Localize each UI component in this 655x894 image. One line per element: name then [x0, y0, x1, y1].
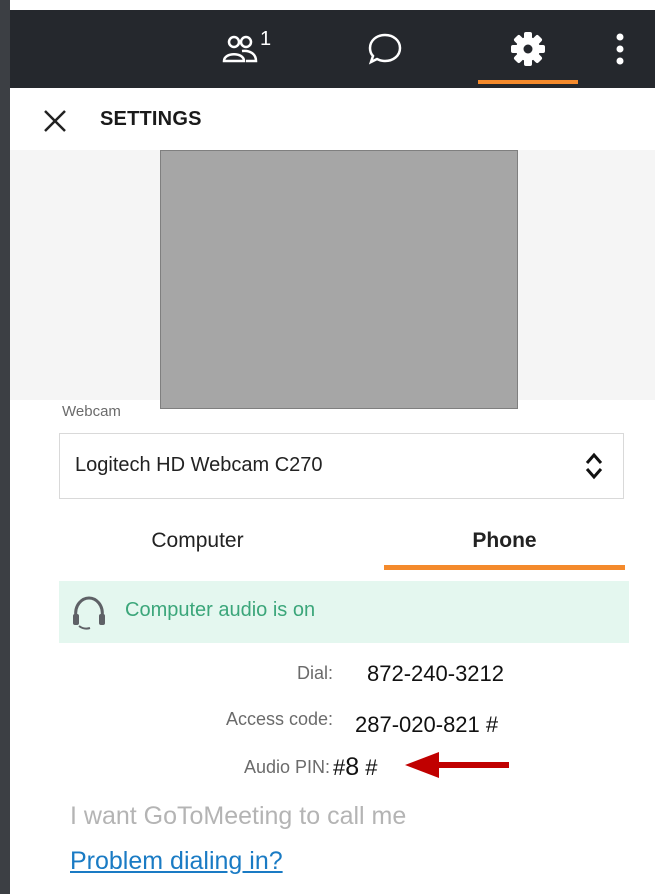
audio-status-banner: Computer audio is on — [59, 581, 629, 643]
audio-pin-suffix: # — [359, 755, 378, 780]
call-me-link[interactable]: I want GoToMeeting to call me — [70, 802, 406, 831]
audio-pin-digit: 8 — [345, 753, 360, 781]
dial-label: Dial: — [296, 663, 333, 683]
page-title: SETTINGS — [100, 108, 202, 130]
audio-pin-label: Audio PIN: — [243, 757, 330, 777]
attendee-count-badge: 1 — [260, 28, 272, 50]
top-strip — [10, 0, 655, 10]
left-rail — [0, 0, 10, 894]
access-code-label: Access code: — [225, 709, 333, 729]
webcam-select[interactable]: Logitech HD Webcam C270 — [59, 433, 624, 499]
webcam-preview — [160, 150, 518, 409]
active-tab-underline — [384, 565, 625, 570]
active-tab-underline — [478, 80, 578, 84]
more-options-button[interactable] — [600, 10, 640, 88]
attendees-button[interactable]: 1 — [200, 10, 280, 88]
updown-chevron-icon — [585, 452, 603, 480]
tab-computer[interactable]: Computer — [60, 525, 335, 573]
problem-dialing-link[interactable]: Problem dialing in? — [70, 847, 283, 876]
access-code-clip: 287-020-821 # — [355, 706, 615, 732]
more-vertical-icon — [616, 33, 624, 65]
top-toolbar: 1 — [10, 10, 655, 88]
dial-number: 872-240-3212 — [367, 661, 505, 686]
attendees-icon — [222, 35, 258, 63]
close-icon[interactable] — [40, 106, 70, 136]
headset-icon — [73, 596, 105, 630]
chat-icon — [368, 33, 402, 65]
webcam-select-value: Logitech HD Webcam C270 — [75, 454, 323, 476]
audio-pin-prefix: # — [333, 755, 346, 780]
chat-button[interactable] — [345, 10, 425, 88]
settings-header: SETTINGS — [10, 88, 655, 150]
red-arrow-icon — [405, 752, 509, 778]
access-code-value: 287-020-821 # — [355, 712, 499, 732]
gear-icon — [511, 32, 545, 66]
settings-button[interactable] — [478, 10, 578, 88]
audio-pin-value: #8 # — [333, 753, 378, 782]
webcam-label: Webcam — [62, 403, 121, 420]
audio-status-text: Computer audio is on — [125, 599, 316, 621]
